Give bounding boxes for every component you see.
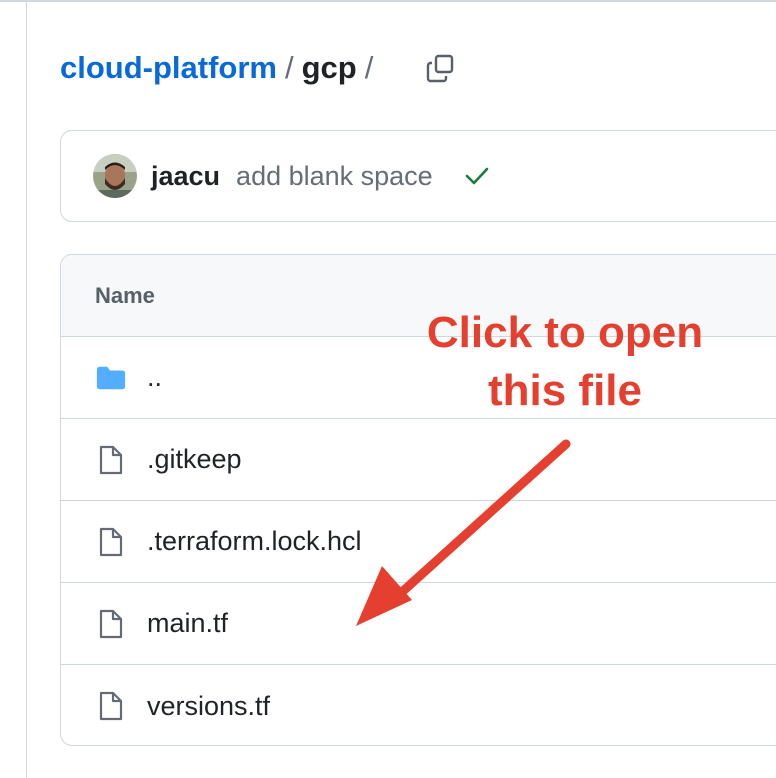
file-row-terraform-lock[interactable]: .terraform.lock.hcl: [61, 501, 776, 583]
file-row-main-tf[interactable]: main.tf: [61, 583, 776, 665]
file-row-gitkeep[interactable]: .gitkeep: [61, 419, 776, 501]
annotation-line-2: this file: [487, 366, 643, 415]
file-icon: [95, 690, 127, 722]
breadcrumb-separator: /: [285, 50, 294, 85]
top-border: [0, 0, 776, 2]
commit-author-link[interactable]: jaacu: [151, 161, 220, 192]
folder-icon: [95, 362, 127, 394]
file-name[interactable]: .gitkeep: [147, 444, 242, 475]
file-icon: [95, 444, 127, 476]
copy-icon: [426, 54, 454, 83]
breadcrumb-separator: /: [364, 50, 374, 85]
file-icon: [95, 526, 127, 558]
file-icon: [95, 608, 127, 640]
check-icon[interactable]: [463, 162, 491, 190]
breadcrumb: cloud-platform / gcp /: [60, 46, 381, 90]
file-name[interactable]: main.tf: [147, 608, 228, 639]
file-name[interactable]: versions.tf: [147, 691, 270, 722]
avatar[interactable]: [93, 154, 137, 198]
file-name[interactable]: ..: [147, 362, 162, 393]
file-name[interactable]: .terraform.lock.hcl: [147, 526, 362, 557]
breadcrumb-current-folder: gcp: [301, 50, 357, 85]
file-row-versions-tf[interactable]: versions.tf: [61, 665, 776, 745]
annotation-line-1: Click to open: [426, 308, 704, 357]
annotation-callout: Click to open this file: [400, 304, 730, 420]
breadcrumb-repo-link[interactable]: cloud-platform: [60, 50, 277, 86]
copy-path-button[interactable]: [420, 48, 460, 88]
commit-message-link[interactable]: add blank space: [236, 161, 433, 192]
left-border: [26, 0, 27, 778]
latest-commit-bar: jaacu add blank space: [60, 130, 776, 222]
